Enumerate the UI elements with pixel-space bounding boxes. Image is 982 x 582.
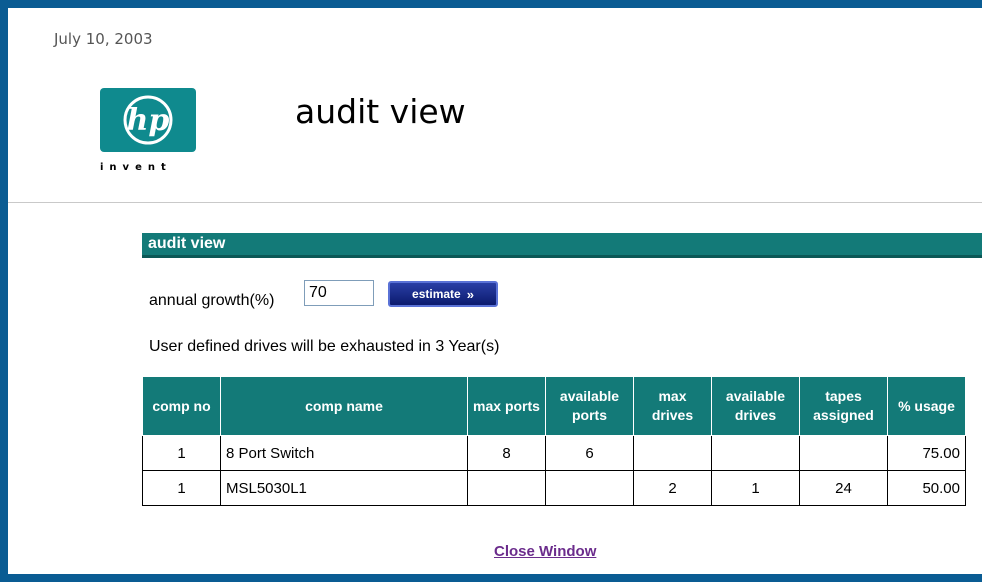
column-header: % usage: [887, 376, 966, 436]
page: July 10, 2003 hp invent audit view audit…: [8, 8, 982, 574]
column-header: available ports: [545, 376, 634, 436]
table-cell: [545, 470, 634, 506]
column-header: tapes assigned: [799, 376, 888, 436]
table-cell: 24: [799, 470, 888, 506]
table-cell: 1: [142, 435, 221, 471]
audit-table: comp no comp name max ports available po…: [142, 376, 966, 506]
estimate-button-label: estimate: [412, 287, 461, 301]
table-cell: MSL5030L1: [220, 470, 468, 506]
report-date: July 10, 2003: [54, 30, 153, 48]
table-cell: [633, 435, 712, 471]
table-row: 1 8 Port Switch 8 6 75.00: [142, 435, 966, 471]
annual-growth-label: annual growth(%): [149, 292, 275, 309]
column-header: comp name: [220, 376, 468, 436]
column-header: max ports: [467, 376, 546, 436]
section-header: audit view: [142, 233, 982, 258]
estimate-button[interactable]: estimate »: [388, 281, 498, 307]
table-cell: 8 Port Switch: [220, 435, 468, 471]
page-title: audit view: [295, 92, 466, 131]
table-cell: 1: [142, 470, 221, 506]
annual-growth-input[interactable]: [304, 280, 374, 306]
column-header: available drives: [711, 376, 800, 436]
table-cell: 2: [633, 470, 712, 506]
hp-logo-mark: hp: [127, 103, 170, 138]
close-window-link[interactable]: Close Window: [494, 543, 596, 560]
table-cell: 1: [711, 470, 800, 506]
table-cell: [711, 435, 800, 471]
logo-tagline: invent: [100, 162, 172, 173]
column-header: max drives: [633, 376, 712, 436]
chevron-right-icon: »: [466, 286, 474, 302]
table-cell: [799, 435, 888, 471]
table-cell: 6: [545, 435, 634, 471]
table-cell: 75.00: [887, 435, 966, 471]
table-cell: [467, 470, 546, 506]
divider: [8, 202, 982, 203]
table-header-row: comp no comp name max ports available po…: [142, 376, 966, 436]
hp-logo-icon: hp: [123, 95, 173, 145]
section-title: audit view: [148, 235, 226, 252]
hp-logo: hp: [100, 88, 196, 152]
table-cell: 8: [467, 435, 546, 471]
table-row: 1 MSL5030L1 2 1 24 50.00: [142, 470, 966, 506]
column-header: comp no: [142, 376, 221, 436]
table-cell: 50.00: [887, 470, 966, 506]
exhaustion-message: User defined drives will be exhausted in…: [149, 338, 500, 355]
